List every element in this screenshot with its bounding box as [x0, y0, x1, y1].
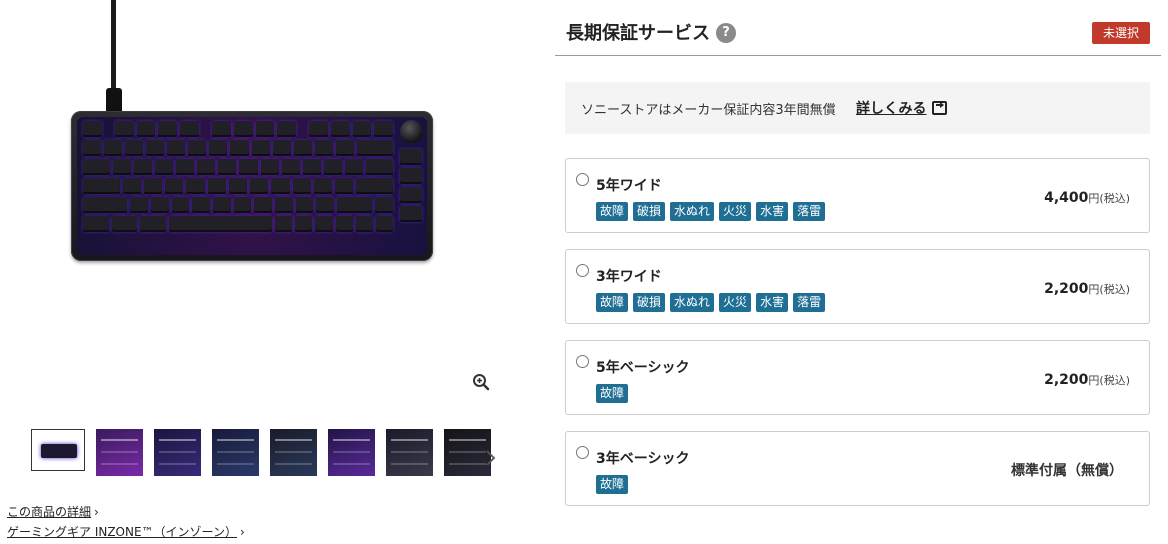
coverage-tags: 故障: [596, 475, 629, 494]
warranty-title: 長期保証サービス: [566, 23, 710, 44]
thumbnail-band: [159, 439, 196, 441]
coverage-tag: 故障: [596, 293, 629, 312]
coverage-tag: 落雷: [793, 293, 826, 312]
coverage-tag: 破損: [633, 202, 666, 221]
warranty-option-name: 5年ベーシック: [596, 360, 690, 376]
standard-included-label: 標準付属（無償）: [1011, 463, 1123, 479]
thumbnail-next-button[interactable]: [482, 448, 498, 468]
warranty-option[interactable]: 3年ワイド故障 破損 水ぬれ 火災 水害 落雷 2,200円(税込): [565, 249, 1150, 324]
keyboard-keys: [83, 121, 394, 235]
coverage-tag: 故障: [596, 202, 629, 221]
warranty-option-name: 3年ワイド: [596, 269, 662, 285]
thumbnail-keyboard-image: [41, 444, 77, 458]
thumbnail-band: [275, 451, 312, 453]
warranty-option-radio[interactable]: [576, 446, 589, 459]
keyboard-photo: [71, 111, 433, 261]
thumbnail-band: [391, 451, 428, 453]
thumbnail-band: [333, 439, 370, 441]
thumbnail-band: [217, 439, 254, 441]
coverage-tag: 火災: [719, 293, 752, 312]
keyboard-nav-keys: [400, 149, 422, 225]
price-amount: 2,200: [1044, 372, 1089, 388]
thumbnail-band: [333, 451, 370, 453]
thumbnail-feature-2[interactable]: [212, 429, 259, 476]
chevron-right-icon: ›: [239, 525, 245, 539]
chevron-right-icon: ›: [94, 505, 99, 519]
warranty-option-name: 3年ベーシック: [596, 451, 690, 467]
thumbnail-keyboard[interactable]: [31, 429, 85, 471]
thumbnail-band: [391, 439, 428, 441]
warranty-option[interactable]: 5年ベーシック 故障 2,200円(税込): [565, 340, 1150, 415]
coverage-tags: 故障 破損 水ぬれ 火災 水害 落雷: [596, 202, 826, 221]
price-amount: 4,400: [1044, 190, 1089, 206]
warranty-price: 4,400円(税込): [1044, 187, 1130, 206]
thumbnail-band: [275, 463, 312, 465]
warranty-price: 2,200円(税込): [1044, 369, 1130, 388]
product-detail-link[interactable]: この商品の詳細 ›: [7, 503, 99, 520]
thumbnail-band: [449, 451, 486, 453]
price-unit: 円(税込): [1088, 374, 1130, 387]
warranty-info-text: ソニーストアはメーカー保証内容3年間無償: [581, 103, 836, 118]
warranty-option-radio[interactable]: [576, 264, 589, 277]
volume-knob: [400, 120, 423, 143]
thumbnail-feature-4[interactable]: [328, 429, 375, 476]
zoom-in-icon: [473, 374, 490, 391]
thumbnail-keyboard-purple[interactable]: [96, 429, 143, 476]
coverage-tag: 故障: [596, 475, 629, 494]
coverage-tags: 故障: [596, 384, 629, 403]
thumbnail-feature-3[interactable]: [270, 429, 317, 476]
warranty-price: 2,200円(税込): [1044, 278, 1130, 297]
thumbnail-band: [449, 463, 486, 465]
thumbnail-band: [449, 439, 486, 441]
warranty-option-name: 5年ワイド: [596, 178, 662, 194]
price-amount: 2,200: [1044, 281, 1089, 297]
coverage-tag: 故障: [596, 384, 629, 403]
coverage-tag: 火災: [719, 202, 752, 221]
keyboard-cable: [111, 0, 116, 92]
external-link-icon[interactable]: [932, 101, 947, 115]
thumbnail-band: [217, 451, 254, 453]
price-unit: 円(税込): [1088, 192, 1130, 205]
coverage-tag: 水ぬれ: [670, 202, 715, 221]
thumbnail-band: [391, 463, 428, 465]
price-unit: 円(税込): [1088, 283, 1130, 296]
divider: [555, 55, 1161, 56]
thumbnail-band: [101, 451, 138, 453]
coverage-tags: 故障 破損 水ぬれ 火災 水害 落雷: [596, 293, 826, 312]
thumbnail-strip: [31, 429, 491, 476]
category-link[interactable]: ゲーミングギア INZONE™（インゾーン） ›: [7, 523, 245, 540]
coverage-tag: 水害: [756, 293, 789, 312]
coverage-tag: 落雷: [793, 202, 826, 221]
thumbnail-band: [217, 463, 254, 465]
warranty-option-radio[interactable]: [576, 355, 589, 368]
warranty-option[interactable]: 5年ワイド故障 破損 水ぬれ 火災 水害 落雷 4,400円(税込): [565, 158, 1150, 233]
zoom-button[interactable]: [472, 373, 490, 391]
thumbnail-feature-5[interactable]: [386, 429, 433, 476]
coverage-tag: 破損: [633, 293, 666, 312]
category-link-label: ゲーミングギア INZONE™（インゾーン）: [7, 525, 237, 539]
status-badge: 未選択: [1092, 22, 1150, 44]
thumbnail-band: [275, 439, 312, 441]
details-link[interactable]: 詳しくみる: [856, 98, 927, 118]
help-icon[interactable]: ?: [716, 23, 736, 43]
thumbnail-band: [159, 463, 196, 465]
chevron-right-icon: [486, 450, 496, 466]
warranty-option[interactable]: 3年ベーシック 故障 標準付属（無償）: [565, 431, 1150, 506]
warranty-info-box: ソニーストアはメーカー保証内容3年間無償 詳しくみる: [565, 82, 1150, 134]
coverage-tag: 水ぬれ: [670, 293, 715, 312]
thumbnail-band: [101, 463, 138, 465]
coverage-tag: 水害: [756, 202, 789, 221]
thumbnail-band: [333, 463, 370, 465]
warranty-option-radio[interactable]: [576, 173, 589, 186]
thumbnail-band: [159, 451, 196, 453]
thumbnail-feature-1[interactable]: [154, 429, 201, 476]
thumbnail-band: [101, 439, 138, 441]
product-detail-link-label: この商品の詳細: [7, 505, 92, 519]
